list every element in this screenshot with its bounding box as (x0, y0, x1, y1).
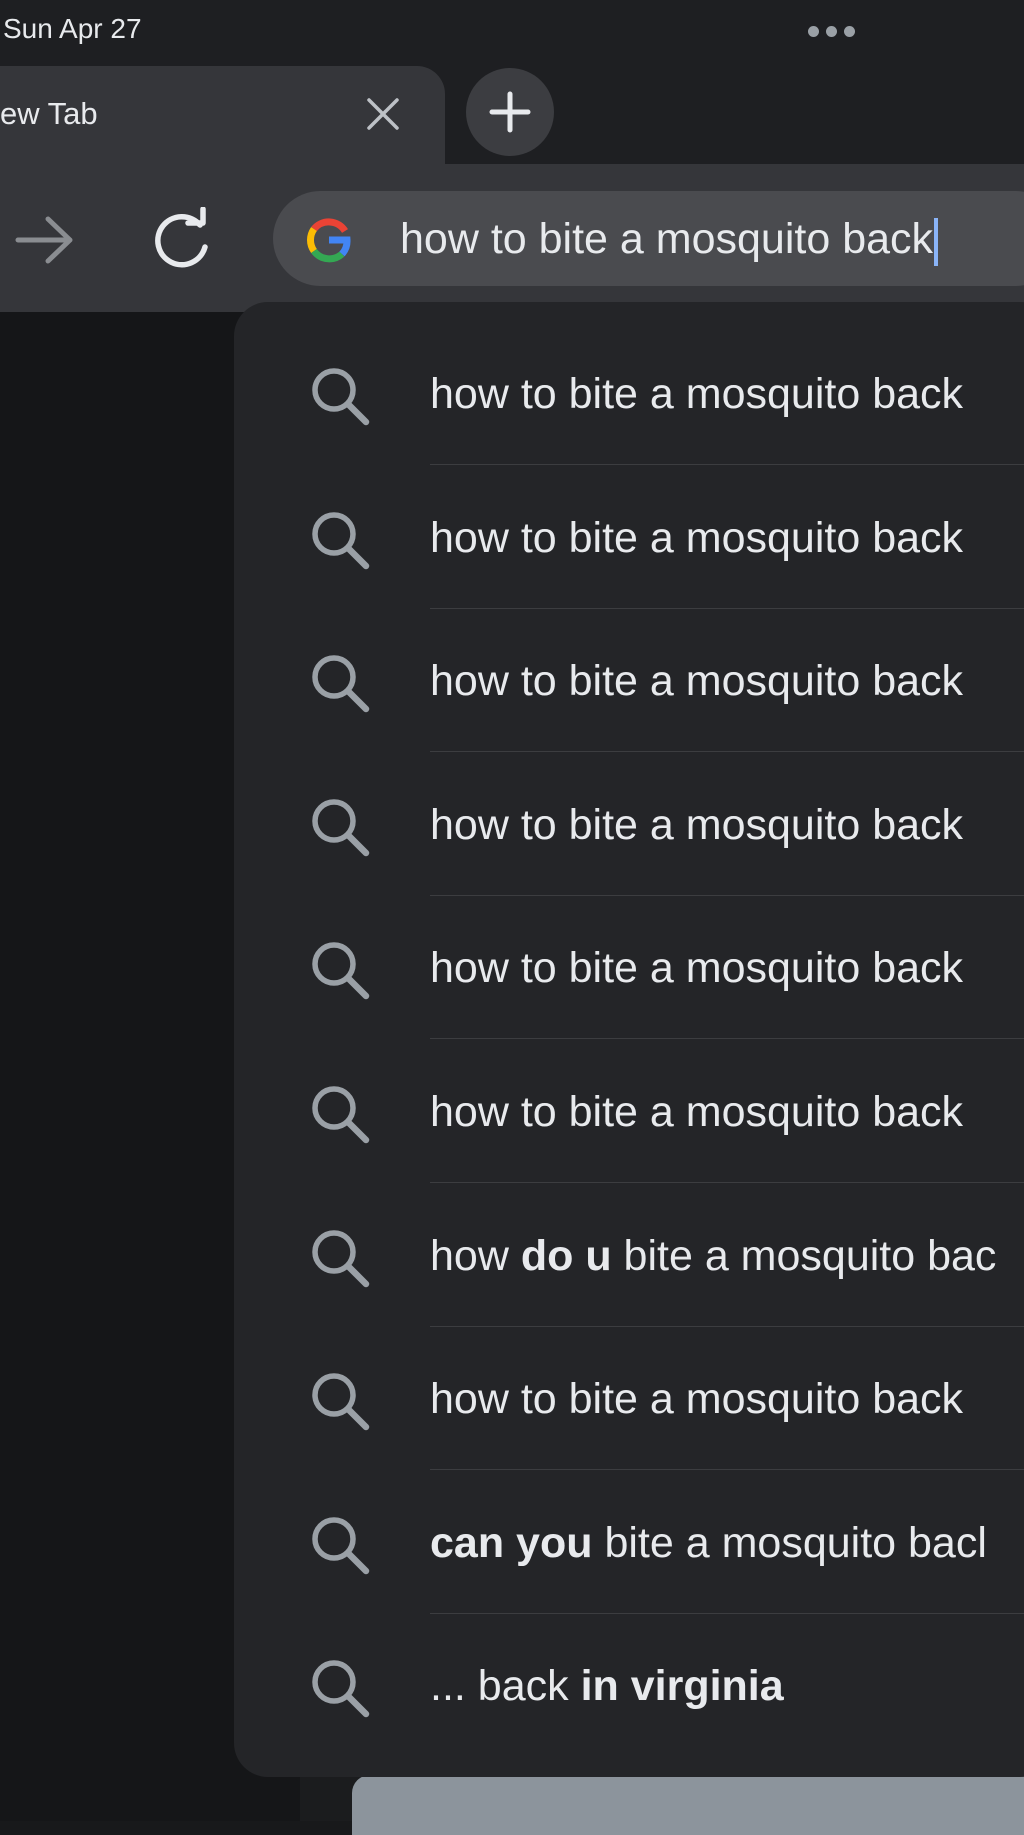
search-icon (312, 1229, 370, 1287)
search-icon (312, 1086, 370, 1144)
tab-title: ew Tab (0, 96, 98, 131)
suggestion-text-part: how to bite a mosquito back (430, 657, 964, 706)
suggestion-text-bold: can you (430, 1518, 593, 1567)
omnibox-input[interactable]: how to bite a mosquito back (400, 208, 939, 270)
plus-icon (489, 91, 531, 133)
more-dots-icon[interactable] (808, 26, 855, 37)
suggestion-text: how to bite a mosquito back (430, 655, 963, 707)
search-icon (312, 799, 370, 857)
suggestion-text: how do u bite a mosquito bac (430, 1230, 996, 1282)
suggestion-text: how to bite a mosquito back (430, 799, 963, 851)
suggestion-text-bold: in virginia (580, 1662, 784, 1711)
tab-new-tab[interactable]: ew Tab (0, 66, 445, 164)
text-caret (934, 217, 939, 266)
suggestion-row[interactable]: how do u bite a mosquito bac (234, 1184, 1024, 1327)
omnibox-text: how to bite a mosquito back (400, 215, 934, 263)
reload-icon[interactable] (150, 207, 214, 271)
suggestion-text-part: how to bite a mosquito back (430, 513, 964, 562)
suggestion-text: ... back in virginia (430, 1660, 784, 1712)
suggestion-text-part: bite a mosquito bacl (592, 1518, 987, 1567)
suggestion-row[interactable]: how to bite a mosquito back (234, 753, 1024, 896)
search-icon (312, 655, 370, 713)
search-icon (312, 1660, 370, 1718)
suggestion-row[interactable]: how to bite a mosquito back (234, 609, 1024, 753)
suggestion-row[interactable]: ... back in virginia (234, 1614, 1024, 1757)
suggestion-row[interactable]: how to bite a mosquito back (234, 896, 1024, 1040)
suggestion-text: how to bite a mosquito back (430, 512, 963, 564)
suggestion-text-part: how to bite a mosquito back (430, 800, 964, 849)
suggestion-row[interactable]: how to bite a mosquito back (234, 322, 1024, 465)
suggestion-text: how to bite a mosquito back (430, 1373, 963, 1425)
suggestion-row[interactable]: how to bite a mosquito back (234, 1327, 1024, 1471)
search-icon (312, 368, 370, 426)
search-icon (312, 511, 370, 569)
new-tab-button[interactable] (466, 68, 554, 156)
suggestion-row[interactable]: how to bite a mosquito back (234, 1040, 1024, 1183)
suggestion-text-part: ... back (430, 1662, 581, 1711)
search-icon (312, 1517, 370, 1575)
suggestion-text-bold: do u (520, 1231, 612, 1280)
google-logo-icon (307, 218, 351, 263)
suggestion-text: how to bite a mosquito back (430, 368, 963, 420)
page-thumbnail-image (352, 1775, 1024, 1835)
search-icon (312, 942, 370, 1000)
suggestion-text-part: how (430, 1231, 521, 1280)
forward-arrow-icon[interactable] (14, 214, 76, 266)
suggestion-text-part: how to bite a mosquito back (430, 1088, 964, 1136)
close-icon[interactable] (365, 96, 401, 132)
suggestion-row[interactable]: how to bite a mosquito back (234, 466, 1024, 609)
suggestion-text-part: how to bite a mosquito back (430, 1375, 964, 1424)
status-date: Sun Apr 27 (3, 13, 142, 44)
suggestion-text-part: how to bite a mosquito back (430, 944, 964, 993)
suggestion-text-part: bite a mosquito bac (611, 1231, 997, 1280)
suggestion-text: how to bite a mosquito back (430, 1086, 963, 1138)
search-icon (312, 1373, 370, 1431)
suggestion-text-part: how to bite a mosquito back (430, 370, 964, 418)
suggestion-text: can you bite a mosquito bacl (430, 1517, 987, 1569)
suggestion-text: how to bite a mosquito back (430, 942, 963, 994)
suggestion-row[interactable]: can you bite a mosquito bacl (234, 1471, 1024, 1614)
status-bar: Sun Apr 27 (0, 0, 1024, 62)
